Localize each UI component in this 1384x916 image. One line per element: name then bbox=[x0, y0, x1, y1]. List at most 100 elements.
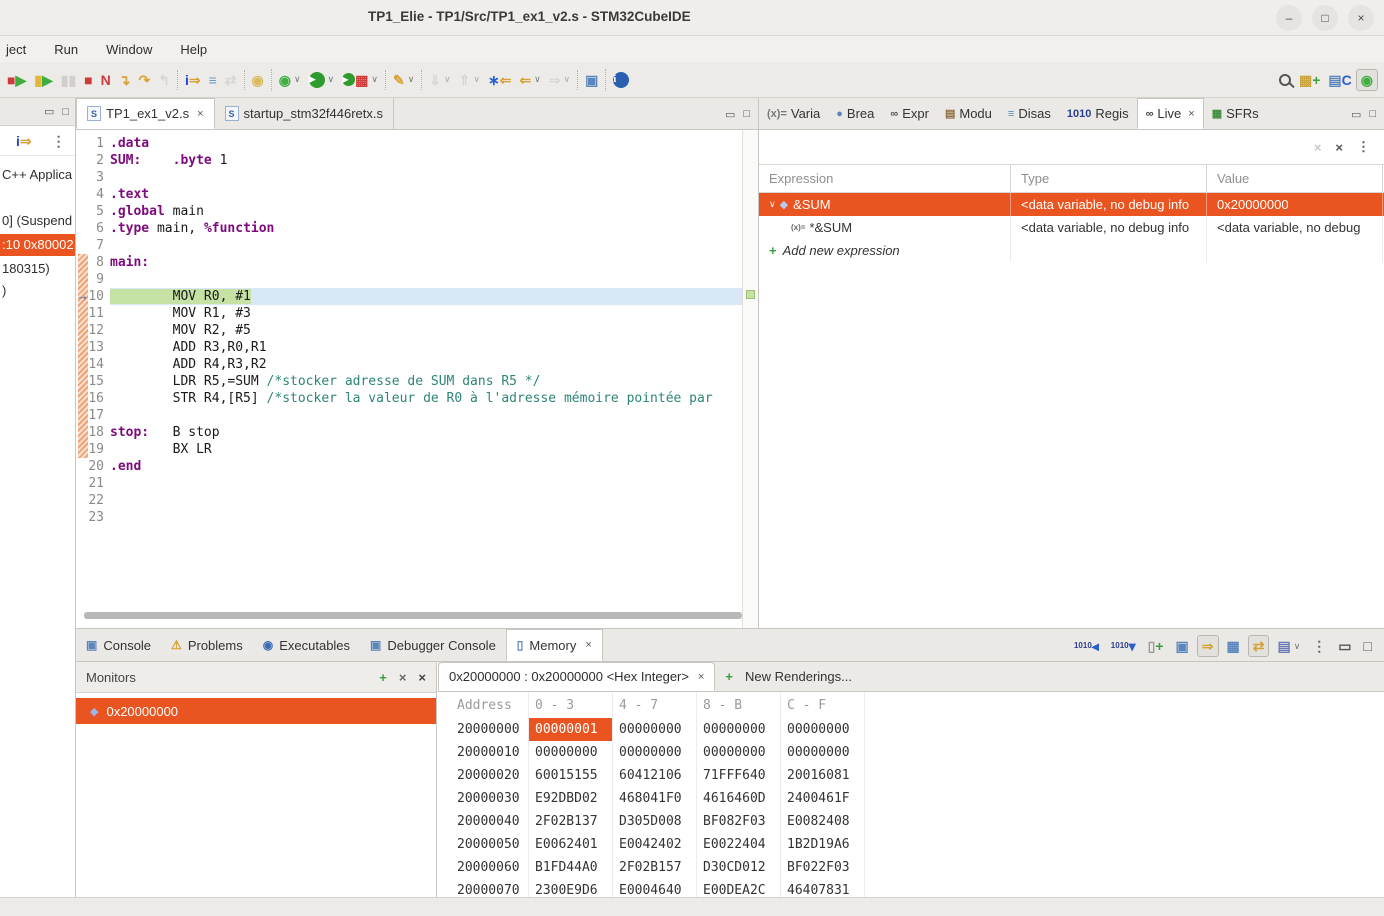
view-menu-button[interactable]: ⋮ bbox=[48, 131, 70, 151]
minimize-view-button[interactable]: ▭ bbox=[1334, 636, 1355, 656]
tab-memory[interactable]: ▯Memory× bbox=[506, 629, 603, 661]
code-line[interactable]: 1.data bbox=[76, 135, 742, 152]
tab-expressions[interactable]: ∞Expr bbox=[882, 98, 937, 129]
memory-cell[interactable]: 1B2D19A6 bbox=[781, 833, 865, 856]
memory-cell[interactable]: B1FD44A0 bbox=[529, 856, 613, 879]
scrollbar-thumb[interactable] bbox=[84, 612, 742, 619]
menu-ject[interactable]: ject bbox=[0, 42, 40, 57]
code-line[interactable]: 9 bbox=[76, 271, 742, 288]
external-tools-dropdown-icon[interactable]: ∨ bbox=[371, 74, 378, 85]
column-expression[interactable]: Expression bbox=[759, 165, 1011, 192]
code-line[interactable]: 18stop: B stop bbox=[76, 424, 742, 441]
menu-help[interactable]: Help bbox=[166, 42, 221, 57]
code-line[interactable]: 4.text bbox=[76, 186, 742, 203]
tab-executables[interactable]: ◉Executables bbox=[253, 629, 360, 661]
memory-cell[interactable]: E0022404 bbox=[697, 833, 781, 856]
memory-cell[interactable]: 60412106 bbox=[613, 764, 697, 787]
minimize-view-icon[interactable]: ▭ bbox=[725, 108, 735, 121]
view-menu-button[interactable]: ⋮ bbox=[1308, 636, 1330, 656]
code-line[interactable]: 6.type main, %function bbox=[76, 220, 742, 237]
memory-cell[interactable]: 20016081 bbox=[781, 764, 865, 787]
column-value[interactable]: Value bbox=[1207, 165, 1383, 192]
memory-cell[interactable]: 2F02B157 bbox=[613, 856, 697, 879]
memory-row[interactable]: 2000001000000000000000000000000000000000 bbox=[438, 741, 1384, 764]
tab-disassembly[interactable]: ≡Disas bbox=[1000, 98, 1059, 129]
terminate-relaunch-button[interactable]: ■▶ bbox=[3, 70, 30, 90]
device-configuration-button[interactable]: ✎∨ bbox=[389, 70, 418, 90]
memory-cell[interactable]: 00000000 bbox=[697, 718, 781, 741]
resume-button[interactable]: ▮▶ bbox=[30, 70, 57, 90]
close-tab-icon[interactable]: × bbox=[197, 108, 203, 120]
code-line[interactable]: 19 BX LR bbox=[76, 441, 742, 458]
debug-tree-item[interactable]: 180315) bbox=[0, 258, 75, 280]
tab-modules[interactable]: ▤Modu bbox=[937, 98, 1000, 129]
code-line[interactable]: 14 ADD R4,R3,R2 bbox=[76, 356, 742, 373]
import-memory-button[interactable]: 1010▾ bbox=[1107, 636, 1140, 656]
search-button[interactable] bbox=[1275, 71, 1295, 89]
layout-dropdown-icon[interactable]: ∨ bbox=[1294, 641, 1301, 652]
code-line[interactable]: 20.end bbox=[76, 458, 742, 475]
device-configuration-dropdown-icon[interactable]: ∨ bbox=[408, 74, 415, 85]
code-line[interactable]: 2SUM: .byte 1 bbox=[76, 152, 742, 169]
column-type[interactable]: Type bbox=[1011, 165, 1207, 192]
horizontal-scrollbar[interactable] bbox=[84, 612, 742, 622]
memory-cell[interactable]: E0082408 bbox=[781, 810, 865, 833]
code-line[interactable]: 10 MOV R0, #1 bbox=[76, 288, 742, 305]
tab-startup_stm32f446retx.s[interactable]: Sstartup_stm32f446retx.s bbox=[215, 98, 394, 129]
run-dropdown-icon[interactable]: ∨ bbox=[328, 74, 335, 85]
step-over-button[interactable]: ↷ bbox=[135, 70, 155, 90]
close-tab-icon[interactable]: × bbox=[698, 671, 704, 683]
maximize-view-button[interactable]: □ bbox=[1360, 636, 1376, 656]
memory-cell[interactable]: BF022F03 bbox=[781, 856, 865, 879]
tab-TP1_ex1_v2.s[interactable]: STP1_ex1_v2.s× bbox=[76, 98, 215, 129]
show-step-filters-button[interactable]: ≡ bbox=[205, 70, 221, 90]
memory-cell[interactable]: 2400461F bbox=[781, 787, 865, 810]
memory-cell[interactable]: 00000000 bbox=[613, 741, 697, 764]
code-line[interactable]: 11 MOV R1, #3 bbox=[76, 305, 742, 322]
remove-memory-monitor-button[interactable]: × bbox=[399, 670, 407, 685]
open-perspective-button[interactable]: ▦+ bbox=[1295, 70, 1324, 90]
memory-cell[interactable]: 4616460D bbox=[697, 787, 781, 810]
switch-memory-monitor-button[interactable]: ⇒ bbox=[1197, 635, 1219, 657]
maximize-view-icon[interactable]: □ bbox=[1369, 108, 1376, 121]
memory-cell[interactable]: 00000000 bbox=[697, 741, 781, 764]
memory-row[interactable]: 20000060B1FD44A02F02B157D30CD012BF022F03 bbox=[438, 856, 1384, 879]
instruction-stepping-button[interactable]: i⇒ bbox=[181, 70, 205, 90]
link-memory-rendering-button[interactable]: ⇄ bbox=[1248, 635, 1270, 657]
expression-row[interactable]: +Add new expression bbox=[759, 239, 1384, 262]
pin-editor-button[interactable]: ▣ bbox=[581, 70, 602, 90]
show-commands-info-button[interactable]: i bbox=[609, 69, 633, 91]
code-line[interactable]: 15 LDR R5,=SUM /*stocker adresse de SUM … bbox=[76, 373, 742, 390]
maximize-view-icon[interactable]: □ bbox=[743, 108, 750, 121]
view-menu-button[interactable]: ⋮ bbox=[1357, 139, 1370, 155]
memory-row[interactable]: 200000402F02B137D305D008BF082F03E0082408 bbox=[438, 810, 1384, 833]
overview-marker[interactable] bbox=[746, 290, 755, 299]
code-line[interactable]: 22 bbox=[76, 492, 742, 509]
memory-cell[interactable]: 2F02B137 bbox=[529, 810, 613, 833]
memory-cell[interactable]: E0042402 bbox=[613, 833, 697, 856]
cpp-perspective-button[interactable]: ▤C bbox=[1324, 70, 1355, 90]
memory-monitor-item[interactable]: ◆0x20000000 bbox=[76, 698, 436, 724]
expression-row[interactable]: ∨◆&SUM<data variable, no debug info0x200… bbox=[759, 193, 1384, 216]
code-line[interactable]: 8main: bbox=[76, 254, 742, 271]
external-tools-button[interactable]: ▶▦∨ bbox=[338, 70, 382, 90]
memory-cell[interactable]: 00000000 bbox=[781, 718, 865, 741]
run-button[interactable]: ▶∨ bbox=[305, 69, 339, 91]
debug-button[interactable]: ◉∨ bbox=[275, 70, 305, 90]
tab-variables[interactable]: (x)=Varia bbox=[759, 98, 828, 129]
profiler-button[interactable]: ◉ bbox=[248, 70, 268, 90]
code-line[interactable]: 12 MOV R2, #5 bbox=[76, 322, 742, 339]
remove-all-memory-monitors-button[interactable]: × bbox=[418, 670, 426, 685]
memory-row[interactable]: 2000000000000001000000000000000000000000 bbox=[438, 718, 1384, 741]
debug-tree-item[interactable]: C++ Applica bbox=[0, 164, 75, 186]
code-line[interactable]: 21 bbox=[76, 475, 742, 492]
close-tab-icon[interactable]: × bbox=[1188, 108, 1194, 120]
instruction-stepping-button[interactable]: i⇒ bbox=[12, 131, 36, 151]
code-line[interactable]: 23 bbox=[76, 509, 742, 526]
memory-cell[interactable]: BF082F03 bbox=[697, 810, 781, 833]
overview-ruler[interactable] bbox=[742, 130, 758, 628]
layout-button[interactable]: ▤∨ bbox=[1273, 636, 1304, 656]
memory-cell[interactable]: D305D008 bbox=[613, 810, 697, 833]
expression-row[interactable]: (x)=*&SUM<data variable, no debug info<d… bbox=[759, 216, 1384, 239]
memory-cell[interactable]: D30CD012 bbox=[697, 856, 781, 879]
